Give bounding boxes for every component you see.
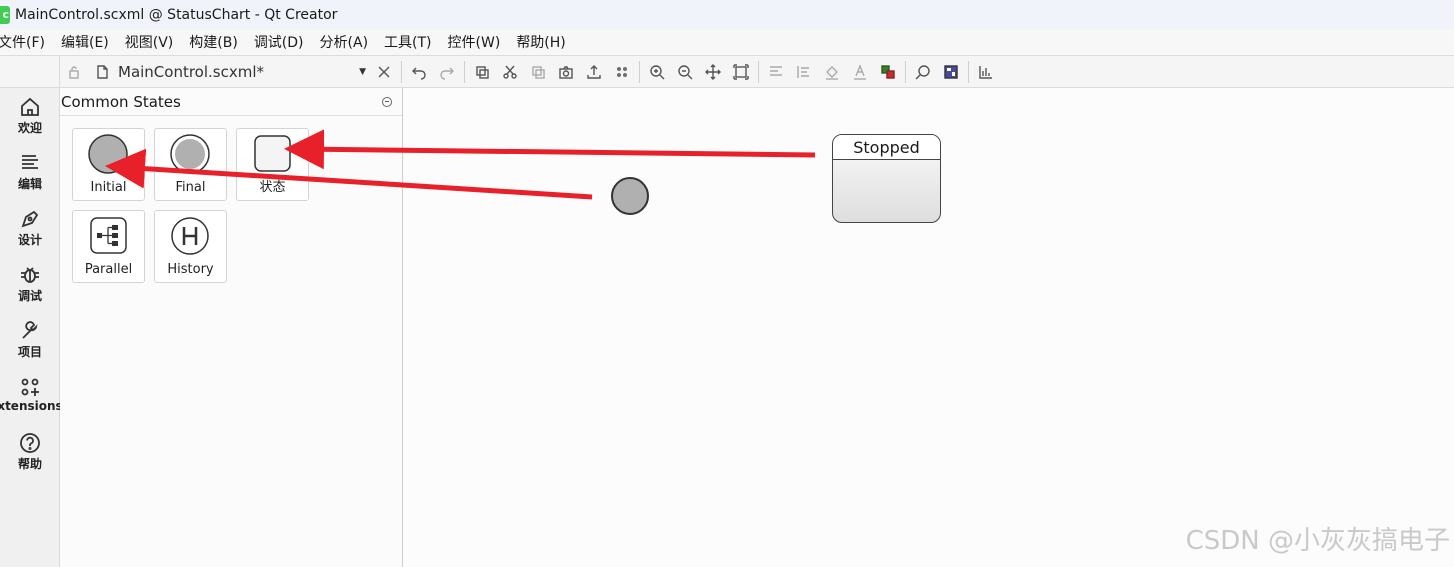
sidebar-item-help[interactable]: 帮助 — [0, 432, 60, 472]
lock-icon[interactable] — [60, 58, 88, 86]
sidebar-item-label: 编辑 — [17, 177, 42, 191]
align-grid-icon[interactable] — [608, 58, 636, 86]
toolbar-separator — [968, 60, 969, 83]
collapse-icon[interactable] — [382, 96, 392, 107]
extensions-grid-icon — [21, 378, 39, 396]
align-icon[interactable] — [762, 58, 790, 86]
sidebar-item-edit[interactable]: 编辑 — [0, 152, 60, 192]
design-pen-icon — [21, 210, 39, 228]
navigator-icon[interactable] — [937, 58, 965, 86]
zoom-in-icon[interactable] — [643, 58, 671, 86]
pan-icon[interactable] — [699, 58, 727, 86]
window-title: MainControl.scxml @ StatusChart - Qt Cre… — [15, 6, 338, 23]
menu-build[interactable]: 构建(B) — [181, 29, 246, 55]
palette-header: Common States — [60, 88, 402, 116]
open-file-name: MainControl.scxml* — [118, 62, 265, 81]
sidebar-item-extensions[interactable]: xtensions — [0, 376, 60, 413]
export-icon[interactable] — [580, 58, 608, 86]
edit-lines-icon — [22, 155, 38, 169]
palette-tile-label: Final — [175, 180, 206, 195]
undo-icon[interactable] — [405, 58, 433, 86]
statistics-chart-icon[interactable] — [972, 58, 1000, 86]
sidebar-item-label: 设计 — [17, 233, 42, 247]
toolbar-separator — [905, 60, 906, 83]
toolbar-separator — [758, 60, 759, 83]
open-file-combo[interactable]: MainControl.scxml* ▼ — [116, 59, 370, 85]
sidebar-item-welcome[interactable]: 欢迎 — [0, 96, 60, 136]
initial-state-node[interactable] — [611, 177, 649, 215]
menu-analyze[interactable]: 分析(A) — [312, 29, 377, 55]
mode-sidebar: 欢迎 编辑 设计 调试 项目 xtensions 帮助 — [0, 88, 60, 567]
menu-view[interactable]: 视图(V) — [117, 29, 182, 55]
palette-tile-label: 状态 — [259, 180, 286, 195]
sidebar-item-label: 欢迎 — [17, 121, 42, 135]
sidebar-item-project[interactable]: 项目 — [0, 320, 60, 360]
palette-tile-label: Parallel — [84, 262, 133, 277]
parallel-state-icon — [90, 217, 127, 254]
state-node-stopped[interactable]: Stopped — [832, 134, 941, 223]
toolbar-separator — [401, 60, 402, 83]
screenshot-icon[interactable] — [552, 58, 580, 86]
help-icon — [20, 433, 40, 453]
file-icon — [88, 58, 116, 86]
initial-state-icon — [88, 134, 128, 174]
final-state-icon — [170, 134, 210, 174]
sidebar-item-label: 帮助 — [17, 457, 42, 471]
copy-icon[interactable] — [468, 58, 496, 86]
menu-bar: 文件(F) 编辑(E) 视图(V) 构建(B) 调试(D) 分析(A) 工具(T… — [0, 29, 1454, 55]
toolbar-separator — [639, 60, 640, 83]
sidebar-item-label: 项目 — [17, 345, 42, 359]
fit-view-icon[interactable] — [727, 58, 755, 86]
sidebar-item-label: 调试 — [17, 289, 42, 303]
bug-icon — [21, 267, 39, 283]
title-bar: c MainControl.scxml @ StatusChart - Qt C… — [0, 0, 1454, 29]
wrench-icon — [22, 321, 38, 339]
search-icon[interactable] — [909, 58, 937, 86]
home-icon — [21, 97, 39, 116]
palette-tile-final[interactable]: Final — [154, 128, 227, 201]
cut-icon[interactable] — [496, 58, 524, 86]
menu-help[interactable]: 帮助(H) — [508, 29, 573, 55]
menu-controls[interactable]: 控件(W) — [440, 29, 509, 55]
menu-tools[interactable]: 工具(T) — [376, 29, 439, 55]
paste-icon[interactable] — [524, 58, 552, 86]
qt-creator-logo-icon: c — [0, 5, 10, 24]
state-palette: Common States Initial Final 状态 Parallel — [60, 88, 403, 567]
palette-tile-initial[interactable]: Initial — [72, 128, 145, 201]
sidebar-item-label: xtensions — [0, 399, 60, 413]
state-node-title[interactable]: Stopped — [833, 135, 940, 160]
sidebar-item-design[interactable]: 设计 — [0, 208, 60, 248]
palette-tile-state[interactable]: 状态 — [236, 128, 309, 201]
menu-edit[interactable]: 编辑(E) — [53, 29, 117, 55]
chevron-down-icon: ▼ — [359, 66, 366, 77]
close-icon[interactable] — [370, 58, 398, 86]
toolbar-separator — [464, 60, 465, 83]
menu-file[interactable]: 文件(F) — [0, 29, 53, 55]
state-icon — [254, 135, 291, 172]
menu-debug[interactable]: 调试(D) — [246, 29, 312, 55]
editor-toolbar: MainControl.scxml* ▼ — [0, 55, 1454, 88]
watermark: CSDN @小灰灰搞电子 — [1185, 526, 1450, 556]
redo-icon[interactable] — [433, 58, 461, 86]
state-chart-canvas[interactable]: Stopped CSDN @小灰灰搞电子 — [404, 88, 1454, 567]
palette-tile-label: History — [167, 262, 214, 277]
toolbar-left-stub — [0, 56, 60, 87]
palette-tile-label: Initial — [90, 180, 127, 195]
palette-tile-parallel[interactable]: Parallel — [72, 210, 145, 283]
palette-tile-history[interactable]: History — [154, 210, 227, 283]
color-theme-icon[interactable] — [874, 58, 902, 86]
fill-color-icon[interactable] — [818, 58, 846, 86]
palette-title: Common States — [61, 92, 181, 111]
history-state-icon — [171, 217, 209, 255]
font-color-icon[interactable] — [846, 58, 874, 86]
zoom-out-icon[interactable] — [671, 58, 699, 86]
adjust-size-icon[interactable] — [790, 58, 818, 86]
sidebar-item-debug[interactable]: 调试 — [0, 264, 60, 304]
